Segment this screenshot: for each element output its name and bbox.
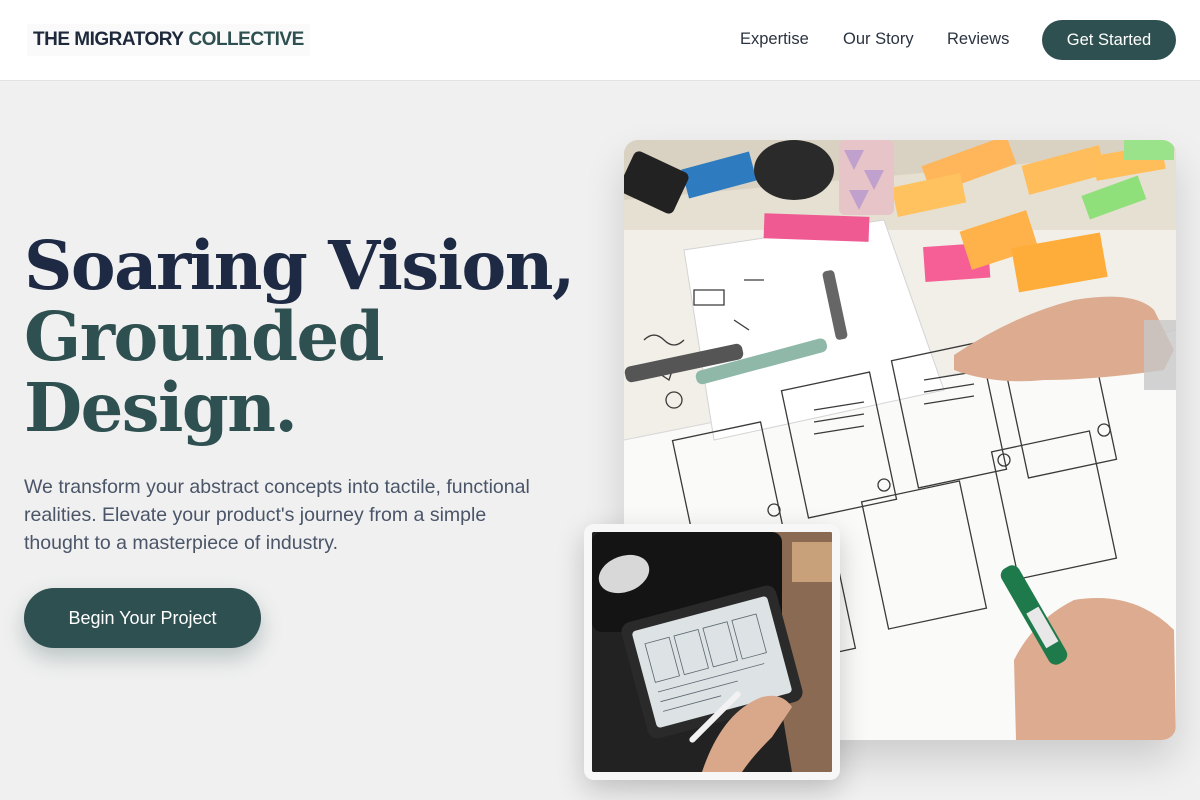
logo-text-secondary: COLLECTIVE — [188, 29, 304, 50]
tablet-drawing-photo — [592, 532, 832, 772]
nav-item-our-story[interactable]: Our Story — [843, 30, 914, 49]
get-started-button[interactable]: Get Started — [1042, 20, 1176, 60]
headline-line-3: Design. — [24, 368, 298, 447]
site-header: THE MIGRATORY COLLECTIVE Expertise Our S… — [0, 0, 1200, 81]
begin-project-button[interactable]: Begin Your Project — [24, 588, 261, 648]
hero-headline: Soaring Vision, Grounded Design. — [24, 226, 575, 447]
logo[interactable]: THE MIGRATORY COLLECTIVE — [27, 24, 310, 56]
headline-line-1: Soaring Vision, — [24, 226, 575, 305]
hero-description: We transform your abstract concepts into… — [24, 476, 530, 554]
nav-item-expertise[interactable]: Expertise — [740, 30, 809, 49]
headline-line-2: Grounded — [24, 297, 384, 376]
tablet-photo-frame — [584, 524, 840, 780]
logo-text-primary: THE MIGRATORY — [33, 29, 184, 50]
nav-item-reviews[interactable]: Reviews — [947, 30, 1009, 49]
